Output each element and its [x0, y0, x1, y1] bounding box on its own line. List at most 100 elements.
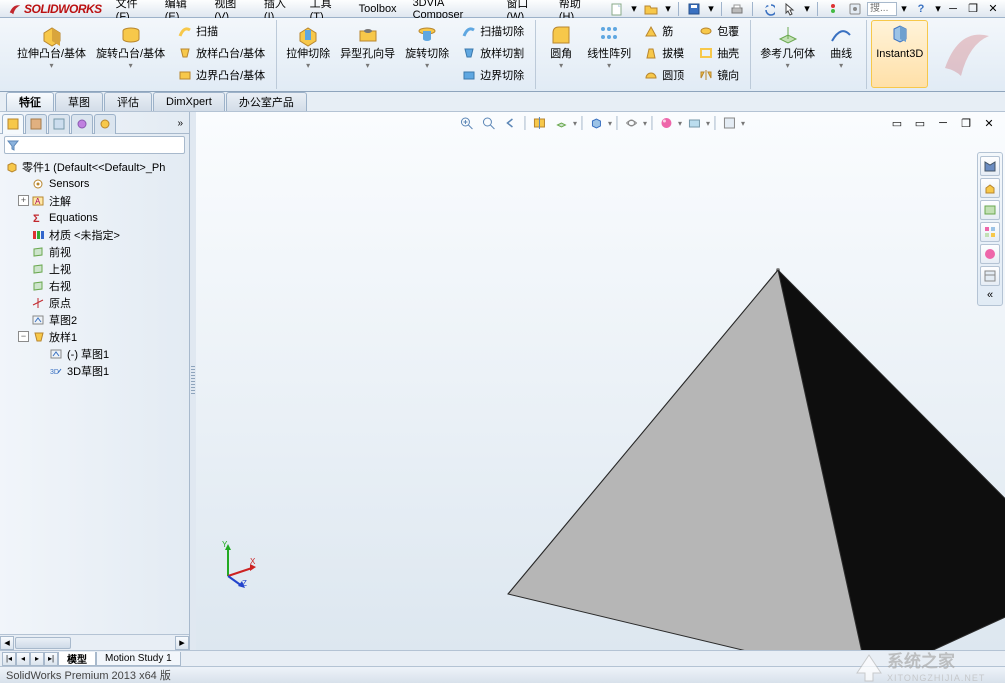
- task-appearances-button[interactable]: [980, 244, 1000, 264]
- tab-motion-study[interactable]: Motion Study 1: [96, 652, 181, 666]
- property-tab[interactable]: [25, 114, 47, 134]
- config-tab[interactable]: [48, 114, 70, 134]
- feature-tree[interactable]: 零件1 (Default<<Default>_Ph Sensors +A注解 Σ…: [0, 156, 189, 634]
- tab-features[interactable]: 特征: [6, 92, 54, 111]
- cut-extrude-button[interactable]: 拉伸切除 ▾: [281, 20, 335, 88]
- doc-restore-button[interactable]: ─: [933, 114, 953, 132]
- expand-button[interactable]: +: [18, 195, 29, 206]
- fillet-button[interactable]: 圆角▾: [540, 20, 582, 88]
- ref-geom-button[interactable]: 参考几何体▾: [755, 20, 820, 88]
- menu-view[interactable]: 视图(V): [206, 0, 256, 17]
- sweep-button[interactable]: 扫描: [172, 20, 270, 42]
- task-view-palette-button[interactable]: [980, 222, 1000, 242]
- tree-sub-sketch1[interactable]: (-) 草图1: [0, 345, 189, 362]
- tree-origin[interactable]: 原点: [0, 294, 189, 311]
- menu-edit[interactable]: 编辑(E): [157, 0, 207, 17]
- loft-button[interactable]: 放样凸台/基体: [172, 42, 270, 64]
- minimize-button[interactable]: ─: [943, 2, 963, 16]
- section-button[interactable]: [529, 114, 549, 132]
- scroll-left-button[interactable]: ◂: [0, 636, 14, 650]
- revolve-boss-button[interactable]: 旋转凸台/基体 ▾: [91, 20, 170, 88]
- viewport[interactable]: ▾ ▾ ▾ ▾ ▾ ▾ ▭ ▭ ─ ❐ ✕: [196, 112, 1005, 650]
- prev-view-button[interactable]: [500, 114, 520, 132]
- task-design-lib-button[interactable]: [980, 178, 1000, 198]
- select-dropdown[interactable]: ▾: [802, 1, 812, 17]
- tab-dimxpert[interactable]: DimXpert: [153, 92, 225, 111]
- close-button[interactable]: ✕: [983, 2, 1003, 16]
- display-tab[interactable]: [71, 114, 93, 134]
- tree-material[interactable]: 材质 <未指定>: [0, 226, 189, 243]
- dome-button[interactable]: 圆顶: [638, 64, 689, 86]
- doc-menu-button[interactable]: ▭: [887, 114, 907, 132]
- tab-prev-button[interactable]: ◂: [16, 652, 30, 666]
- tree-root[interactable]: 零件1 (Default<<Default>_Ph: [0, 158, 189, 175]
- revolve-cut-button[interactable]: 旋转切除 ▾: [400, 20, 454, 88]
- view-settings-button[interactable]: [719, 114, 739, 132]
- curve-button[interactable]: 曲线▾: [820, 20, 862, 88]
- doc-close-button[interactable]: ✕: [979, 114, 999, 132]
- tree-equations[interactable]: ΣEquations: [0, 209, 189, 226]
- tree-sub-3dsketch[interactable]: 3D3D草图1: [0, 362, 189, 379]
- mirror-button[interactable]: 镜向: [693, 64, 744, 86]
- zoom-fit-button[interactable]: [456, 114, 476, 132]
- select-button[interactable]: [780, 1, 800, 17]
- menu-toolbox[interactable]: Toolbox: [351, 0, 405, 17]
- model-pyramid[interactable]: [486, 262, 1005, 650]
- boundary-button[interactable]: 边界凸台/基体: [172, 64, 270, 86]
- tab-last-button[interactable]: ▸|: [44, 652, 58, 666]
- new-dropdown[interactable]: ▾: [629, 1, 639, 17]
- tree-right[interactable]: 右视: [0, 277, 189, 294]
- apply-scene-button[interactable]: [684, 114, 704, 132]
- menu-file[interactable]: 文件(F): [108, 0, 157, 17]
- traffic-light-icon[interactable]: [823, 1, 843, 17]
- scroll-thumb[interactable]: [15, 637, 71, 649]
- tree-top[interactable]: 上视: [0, 260, 189, 277]
- hole-wizard-button[interactable]: 异型孔向导 ▾: [335, 20, 400, 88]
- sweep-cut-button[interactable]: 扫描切除: [456, 20, 529, 42]
- menu-insert[interactable]: 插入(I): [256, 0, 302, 17]
- search-dropdown[interactable]: ▾: [899, 1, 909, 17]
- help-dropdown[interactable]: ▾: [933, 1, 943, 17]
- tree-sensors[interactable]: Sensors: [0, 175, 189, 192]
- menu-window[interactable]: 窗口(W): [498, 0, 550, 17]
- open-button[interactable]: [641, 1, 661, 17]
- collapse-button[interactable]: −: [18, 331, 29, 342]
- menu-help[interactable]: 帮助(H): [551, 0, 601, 17]
- tab-evaluate[interactable]: 评估: [104, 92, 152, 111]
- hide-show-button[interactable]: [621, 114, 641, 132]
- restore-button[interactable]: ❐: [963, 2, 983, 16]
- shell-button[interactable]: 抽壳: [693, 42, 744, 64]
- panel-scrollbar[interactable]: ◂ ▸: [0, 634, 189, 650]
- edit-appearance-button[interactable]: [656, 114, 676, 132]
- tab-office[interactable]: 办公室产品: [226, 92, 307, 111]
- tree-sketch2[interactable]: 草图2: [0, 311, 189, 328]
- menu-tools[interactable]: 工具(T): [302, 0, 351, 17]
- tree-loft1[interactable]: −放样1: [0, 328, 189, 345]
- boundary-cut-button[interactable]: 边界切除: [456, 64, 529, 86]
- instant3d-button[interactable]: Instant3D: [871, 20, 928, 88]
- help-button[interactable]: ?: [911, 1, 931, 17]
- feature-tree-tab[interactable]: [2, 114, 24, 134]
- zoom-area-button[interactable]: [478, 114, 498, 132]
- save-dropdown[interactable]: ▾: [706, 1, 716, 17]
- flyout-button[interactable]: »: [173, 118, 187, 129]
- new-button[interactable]: [607, 1, 627, 17]
- draft-button[interactable]: 拔模: [638, 42, 689, 64]
- wrap-button[interactable]: 包覆: [693, 20, 744, 42]
- tree-front[interactable]: 前视: [0, 243, 189, 260]
- linear-pattern-button[interactable]: 线性阵列▾: [582, 20, 636, 88]
- tree-filter[interactable]: [4, 136, 185, 154]
- tree-annotations[interactable]: +A注解: [0, 192, 189, 209]
- loft-cut-button[interactable]: 放样切割: [456, 42, 529, 64]
- undo-button[interactable]: [758, 1, 778, 17]
- task-resources-button[interactable]: [980, 156, 1000, 176]
- scroll-right-button[interactable]: ▸: [175, 636, 189, 650]
- settings-button[interactable]: [845, 1, 865, 17]
- save-button[interactable]: [684, 1, 704, 17]
- open-dropdown[interactable]: ▾: [663, 1, 673, 17]
- tab-sketch[interactable]: 草图: [55, 92, 103, 111]
- appearance-tab[interactable]: [94, 114, 116, 134]
- tab-next-button[interactable]: ▸: [30, 652, 44, 666]
- tab-first-button[interactable]: |◂: [2, 652, 16, 666]
- search-input[interactable]: [867, 2, 897, 16]
